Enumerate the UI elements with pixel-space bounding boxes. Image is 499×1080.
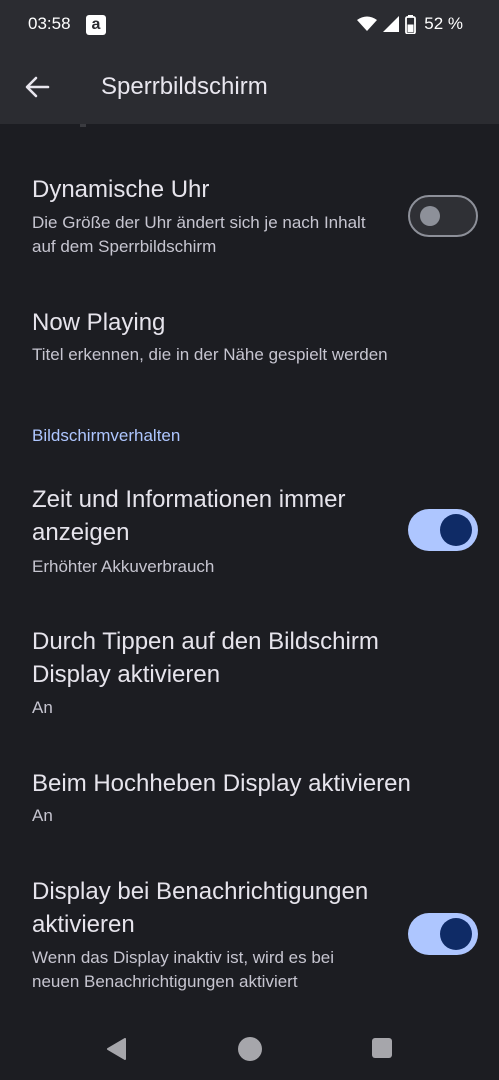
setting-subtitle: An	[32, 806, 53, 825]
setting-subtitle: Erhöhter Akkuverbrauch	[32, 557, 215, 576]
setting-title: Now Playing	[32, 309, 166, 336]
setting-title: Display bei Benachrichtigungen aktiviere…	[32, 878, 369, 938]
nav-recents-button[interactable]	[372, 1038, 392, 1058]
setting-subtitle: An	[32, 698, 53, 717]
setting-title: Zeit und Informationen immer anzeigen	[32, 486, 346, 546]
wake-on-notification-toggle[interactable]	[408, 913, 478, 955]
nav-back-icon	[107, 1038, 126, 1060]
toggle-thumb	[440, 918, 472, 950]
toggle-thumb	[440, 514, 472, 546]
status-icons: 52 %	[357, 14, 463, 34]
setting-subtitle: Wenn das Display inaktiv ist, wird es be…	[32, 948, 335, 991]
signal-icon	[383, 16, 400, 32]
nav-back-button[interactable]	[106, 1038, 128, 1065]
settings-list[interactable]: Dynamische Uhr Die Größe der Uhr ändert …	[0, 124, 499, 1016]
section-header: Bildschirmverhalten	[32, 426, 181, 445]
page-title: Sperrbildschirm	[101, 73, 268, 100]
nav-home-button[interactable]	[238, 1037, 262, 1061]
wifi-icon	[357, 16, 378, 31]
top-app-bar: Sperrbildschirm	[0, 50, 499, 124]
arrow-back-icon	[25, 76, 50, 98]
toggle-thumb	[420, 206, 440, 226]
amazon-notification-icon: a	[86, 15, 106, 35]
always-show-time-toggle[interactable]	[408, 509, 478, 551]
navigation-bar	[0, 1016, 499, 1080]
setting-title: Beim Hochheben Display aktivieren	[32, 770, 411, 797]
status-bar: 03:58 a 52 %	[0, 0, 499, 50]
back-button[interactable]	[20, 70, 54, 104]
dynamic-clock-toggle[interactable]	[408, 195, 478, 237]
setting-title: Durch Tippen auf den Bildschirm Display …	[32, 628, 379, 688]
setting-subtitle: Titel erkennen, die in der Nähe gespielt…	[32, 345, 388, 364]
battery-icon	[405, 14, 417, 34]
scroll-edge	[80, 124, 86, 127]
setting-subtitle: Die Größe der Uhr ändert sich je nach In…	[32, 213, 366, 256]
battery-percentage: 52 %	[424, 14, 463, 33]
status-time: 03:58	[28, 14, 71, 33]
setting-title: Dynamische Uhr	[32, 176, 210, 203]
